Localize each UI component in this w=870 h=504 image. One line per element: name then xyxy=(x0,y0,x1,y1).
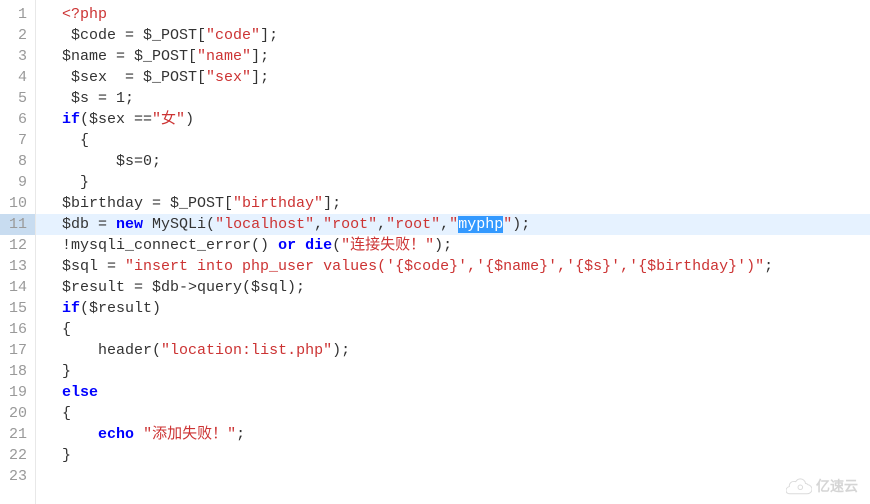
code-line[interactable]: $s=0; xyxy=(44,151,870,172)
watermark: 亿速云 xyxy=(786,476,858,496)
line-number: 6 xyxy=(4,109,27,130)
code-line[interactable]: } xyxy=(44,172,870,193)
code-line[interactable]: } xyxy=(44,445,870,466)
code-line[interactable]: $code = $_POST["code"]; xyxy=(44,25,870,46)
code-line[interactable]: if($result) xyxy=(44,298,870,319)
code-line[interactable]: { xyxy=(44,130,870,151)
line-number: 1 xyxy=(4,4,27,25)
code-line[interactable]: $sql = "insert into php_user values('{$c… xyxy=(44,256,870,277)
line-number: 10 xyxy=(4,193,27,214)
line-number: 14 xyxy=(4,277,27,298)
code-line[interactable]: $birthday = $_POST["birthday"]; xyxy=(44,193,870,214)
code-line[interactable]: !mysqli_connect_error() or die("连接失败！"); xyxy=(44,235,870,256)
line-number: 13 xyxy=(4,256,27,277)
code-line[interactable]: if($sex =="女") xyxy=(44,109,870,130)
code-line[interactable]: else xyxy=(44,382,870,403)
code-line[interactable]: $s = 1; xyxy=(44,88,870,109)
code-area[interactable]: <?php $code = $_POST["code"]; $name = $_… xyxy=(36,0,870,504)
line-number: 4 xyxy=(4,67,27,88)
line-number: 11 xyxy=(0,214,35,235)
line-number: 8 xyxy=(4,151,27,172)
line-number-gutter: 1234567891011121314151617181920212223 xyxy=(0,0,36,504)
watermark-text: 亿速云 xyxy=(816,476,858,496)
cloud-icon xyxy=(786,477,812,495)
code-line[interactable]: <?php xyxy=(44,4,870,25)
code-line[interactable]: $result = $db->query($sql); xyxy=(44,277,870,298)
line-number: 20 xyxy=(4,403,27,424)
line-number: 19 xyxy=(4,382,27,403)
line-number: 5 xyxy=(4,88,27,109)
code-editor[interactable]: 1234567891011121314151617181920212223 <?… xyxy=(0,0,870,504)
line-number: 2 xyxy=(4,25,27,46)
code-line[interactable] xyxy=(44,466,870,487)
line-number: 3 xyxy=(4,46,27,67)
text-selection: myphp xyxy=(458,216,503,233)
line-number: 17 xyxy=(4,340,27,361)
code-line[interactable]: $name = $_POST["name"]; xyxy=(44,46,870,67)
line-number: 9 xyxy=(4,172,27,193)
code-line[interactable]: echo "添加失败！"; xyxy=(44,424,870,445)
line-number: 15 xyxy=(4,298,27,319)
code-line[interactable]: } xyxy=(44,361,870,382)
line-number: 22 xyxy=(4,445,27,466)
line-number: 23 xyxy=(4,466,27,487)
line-number: 16 xyxy=(4,319,27,340)
code-line[interactable]: header("location:list.php"); xyxy=(44,340,870,361)
line-number: 18 xyxy=(4,361,27,382)
line-number: 7 xyxy=(4,130,27,151)
code-line[interactable]: $sex = $_POST["sex"]; xyxy=(44,67,870,88)
line-number: 21 xyxy=(4,424,27,445)
code-line[interactable]: { xyxy=(44,319,870,340)
code-line[interactable]: { xyxy=(44,403,870,424)
line-number: 12 xyxy=(4,235,27,256)
code-line[interactable]: $db = new MySQLi("localhost","root","roo… xyxy=(36,214,870,235)
